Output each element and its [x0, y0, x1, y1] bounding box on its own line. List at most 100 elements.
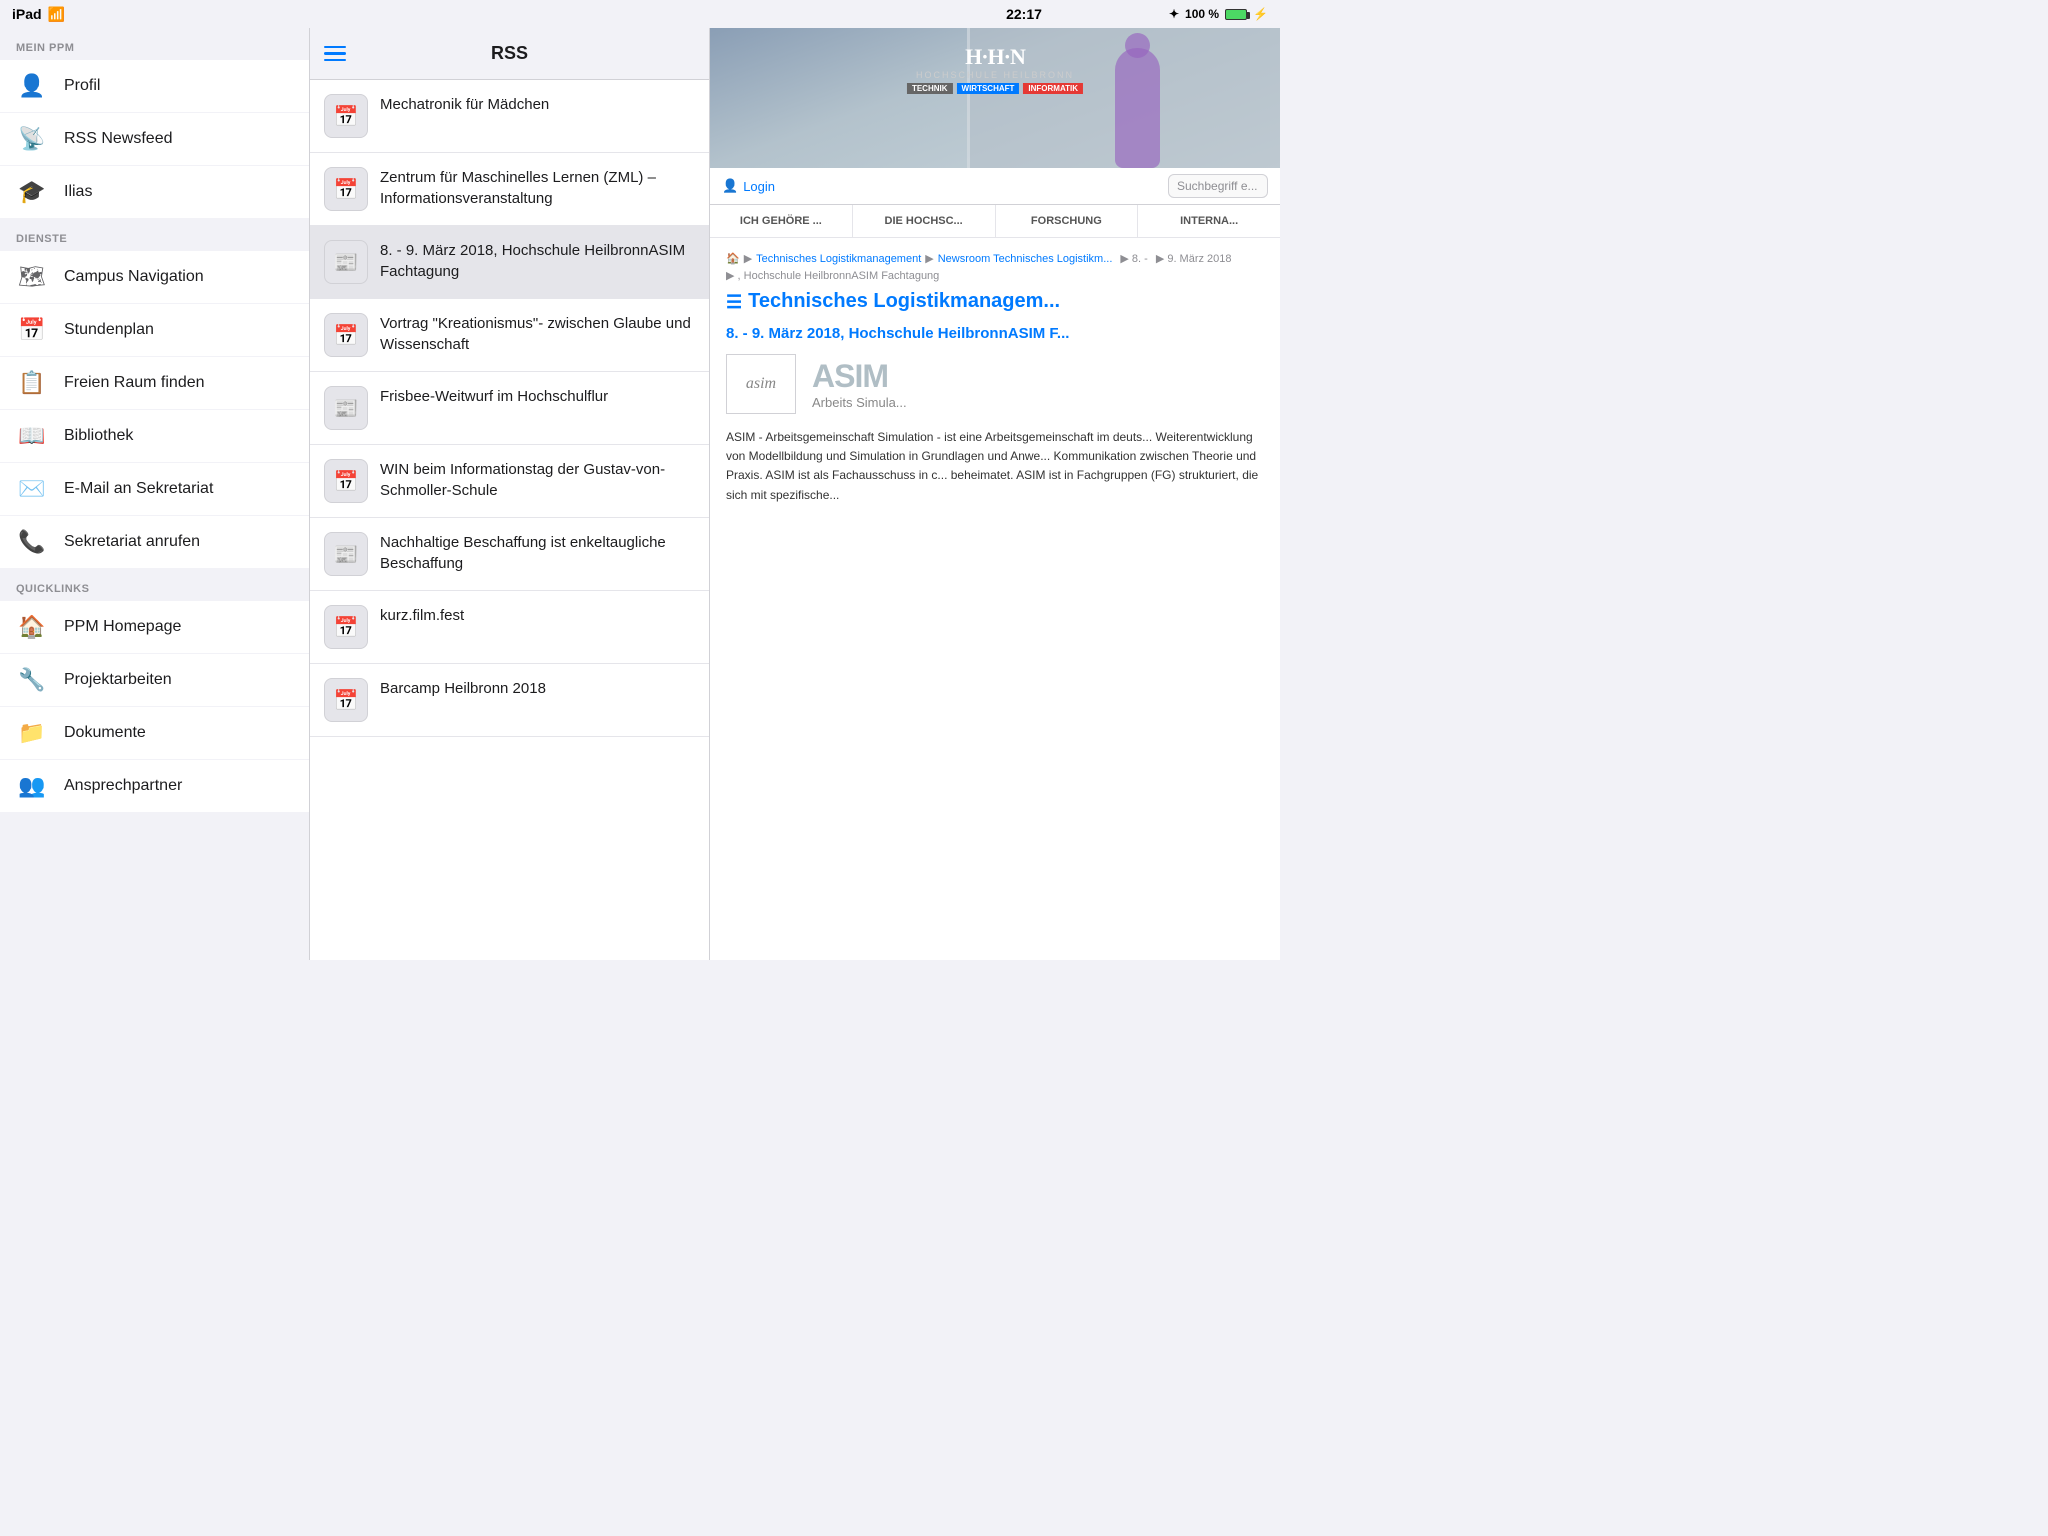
rss-item-9[interactable]: 📅Barcamp Heilbronn 2018: [310, 664, 709, 737]
sidebar-section-label: MEIN PPM: [0, 28, 309, 60]
sidebar-item-ppmhome[interactable]: 🏠 PPM Homepage: [0, 601, 309, 653]
sidebar-item-profil[interactable]: 👤 Profil: [0, 60, 309, 112]
calendar-icon: 📅: [324, 605, 368, 649]
article-subtitle: 8. - 9. März 2018, Hochschule HeilbronnA…: [726, 325, 1264, 342]
rss-item-text-3: 8. - 9. März 2018, Hochschule HeilbronnA…: [380, 240, 695, 282]
rss-item-text-6: WIN beim Informationstag der Gustav-von-…: [380, 459, 695, 501]
hhn-nav-item-3[interactable]: INTERNA...: [1138, 205, 1280, 237]
rss-item-text-7: Nachhaltige Beschaffung ist enkeltauglic…: [380, 532, 695, 574]
sidebar-label-stundenplan: Stundenplan: [64, 321, 154, 339]
sidebar-label-telefon: Sekretariat anrufen: [64, 533, 200, 551]
sidebar-section-label: QUICKLINKS: [0, 569, 309, 601]
hhn-nav-item-0[interactable]: ICH GEHÖRE ...: [710, 205, 853, 237]
battery-label: 100 %: [1185, 7, 1219, 21]
wifi-icon: 📶: [48, 6, 65, 23]
sidebar-item-freiraum[interactable]: 📋Freien Raum finden: [0, 357, 309, 409]
asim-logo: asim: [726, 354, 796, 414]
breadcrumb: 🏠 ▶ Technisches Logistikmanagement ▶ New…: [726, 252, 1264, 282]
sidebar-item-campus[interactable]: 🗺Campus Navigation: [0, 251, 309, 303]
sidebar-item-telefon[interactable]: 📞Sekretariat anrufen: [0, 516, 309, 568]
sidebar-label-profil: Profil: [64, 77, 100, 95]
rss-item-2[interactable]: 📅 Zentrum für Maschinelles Lernen (ZML) –…: [310, 153, 709, 226]
hhn-body: 🏠 ▶ Technisches Logistikmanagement ▶ New…: [710, 238, 1280, 519]
article-title-text: Technisches Logistikmanagem...: [748, 290, 1060, 313]
rss-item-text-1: Mechatronik für Mädchen: [380, 94, 695, 115]
login-button[interactable]: 👤 Login: [722, 178, 775, 194]
calendar-icon: 📅: [324, 459, 368, 503]
sidebar-section-label: DIENSTE: [0, 219, 309, 251]
rss-item-8[interactable]: 📅 kurz.film.fest: [310, 591, 709, 664]
envelope-icon: ✉️: [16, 473, 48, 505]
ipad-label: iPad: [12, 6, 42, 22]
sidebar-item-dokumente[interactable]: 📁Dokumente: [0, 707, 309, 759]
calendar-icon: 📅: [324, 94, 368, 138]
map-icon: 🗺: [16, 261, 48, 293]
sidebar-label-email: E-Mail an Sekretariat: [64, 480, 213, 498]
calendar-icon: 📅: [324, 313, 368, 357]
sidebar-label-freiraum: Freien Raum finden: [64, 374, 205, 392]
sidebar-label-bibliothek: Bibliothek: [64, 427, 133, 445]
sidebar-label-rss: RSS Newsfeed: [64, 130, 173, 148]
hhn-nav: ICH GEHÖRE ...DIE HOCHSC...FORSCHUNGINTE…: [710, 205, 1280, 238]
hhn-subtitle: Hochschule Heilbronn: [907, 70, 1083, 80]
rss-title: RSS: [491, 43, 528, 64]
sidebar-item-rss[interactable]: 📡 RSS Newsfeed: [0, 113, 309, 165]
web-panel: H·H·N Hochschule Heilbronn Technik Wirts…: [710, 28, 1280, 960]
hhn-nav-item-2[interactable]: FORSCHUNG: [996, 205, 1139, 237]
news-icon: 📰: [324, 386, 368, 430]
status-time: 22:17: [1006, 6, 1042, 22]
status-right: ✦ 100 % ⚡: [1169, 7, 1268, 21]
sidebar-label-projekt: Projektarbeiten: [64, 671, 172, 689]
web-content: H·H·N Hochschule Heilbronn Technik Wirts…: [710, 28, 1280, 960]
calendar-icon: 📅: [324, 167, 368, 211]
book-icon: 📖: [16, 420, 48, 452]
rss-item-text-2: Zentrum für Maschinelles Lernen (ZML) – …: [380, 167, 695, 209]
wirtschaft-tag: Wirtschaft: [957, 83, 1020, 94]
asim-banner: asim ASIM Arbeits Simula...: [726, 354, 1264, 414]
rss-item-5[interactable]: 📰 Frisbee-Weitwurf im Hochschulflur: [310, 372, 709, 445]
asim-logo-text: asim: [746, 375, 776, 393]
rss-icon: 📡: [16, 123, 48, 155]
article-body: ASIM - Arbeitsgemeinschaft Simulation - …: [726, 428, 1264, 505]
sidebar-item-projekt[interactable]: 🔧Projektarbeiten: [0, 654, 309, 706]
rss-item-3[interactable]: 📰8. - 9. März 2018, Hochschule Heilbronn…: [310, 226, 709, 299]
sidebar-item-ilias[interactable]: 🎓Ilias: [0, 166, 309, 218]
charging-icon: ⚡: [1253, 7, 1268, 21]
rss-item-text-8: kurz.film.fest: [380, 605, 695, 626]
status-left: iPad 📶: [12, 6, 65, 23]
rss-item-6[interactable]: 📅 WIN beim Informationstag der Gustav-von…: [310, 445, 709, 518]
breadcrumb-home-icon: 🏠: [726, 252, 740, 265]
sidebar-item-stundenplan[interactable]: 📅Stundenplan: [0, 304, 309, 356]
sidebar-label-dokumente: Dokumente: [64, 724, 146, 742]
person-icon: 👤: [16, 70, 48, 102]
sidebar-item-email[interactable]: ✉️ E-Mail an Sekretariat: [0, 463, 309, 515]
search-input[interactable]: Suchbegriff e...: [1168, 174, 1268, 198]
breadcrumb-link-1[interactable]: Technisches Logistikmanagement: [756, 253, 921, 265]
home-icon: 🏠: [16, 611, 48, 643]
rss-item-text-9: Barcamp Heilbronn 2018: [380, 678, 695, 699]
sidebar-label-ppmhome: PPM Homepage: [64, 618, 181, 636]
rss-item-text-4: Vortrag "Kreationismus"- zwischen Glaube…: [380, 313, 695, 355]
breadcrumb-link-2[interactable]: Newsroom Technisches Logistikm...: [938, 253, 1113, 265]
battery-icon: [1225, 9, 1247, 20]
status-bar: iPad 📶 22:17 ✦ 100 % ⚡: [0, 0, 1280, 28]
rss-item-7[interactable]: 📰Nachhaltige Beschaffung ist enkeltaugli…: [310, 518, 709, 591]
app-body: MEIN PPM 👤 Profil 📡 RSS Newsfeed 🎓IliasDIENST…: [0, 28, 1280, 960]
bluetooth-icon: ✦: [1169, 7, 1179, 21]
asim-text-area: ASIM Arbeits Simula...: [812, 358, 1264, 410]
person-icon: 👤: [722, 178, 738, 194]
rss-list: 📅 Mechatronik für Mädchen 📅 Zentrum für Mas…: [310, 80, 709, 960]
rss-item-1[interactable]: 📅 Mechatronik für Mädchen: [310, 80, 709, 153]
rss-header: RSS: [310, 28, 709, 80]
hamburger-menu-button[interactable]: [324, 46, 346, 62]
sidebar-label-ansprechpartner: Ansprechpartner: [64, 777, 182, 795]
hhn-toolbar: 👤 Login Suchbegriff e...: [710, 168, 1280, 205]
sidebar-item-ansprechpartner[interactable]: 👥Ansprechpartner: [0, 760, 309, 812]
sidebar-item-bibliothek[interactable]: 📖 Bibliothek: [0, 410, 309, 462]
rss-item-4[interactable]: 📅 Vortrag "Kreationismus"- zwischen Glaub…: [310, 299, 709, 372]
graduation-icon: 🎓: [16, 176, 48, 208]
rss-item-text-5: Frisbee-Weitwurf im Hochschulflur: [380, 386, 695, 407]
technik-tag: Technik: [907, 83, 953, 94]
hhn-logo: H·H·N: [907, 44, 1083, 70]
hhn-nav-item-1[interactable]: DIE HOCHSC...: [853, 205, 996, 237]
